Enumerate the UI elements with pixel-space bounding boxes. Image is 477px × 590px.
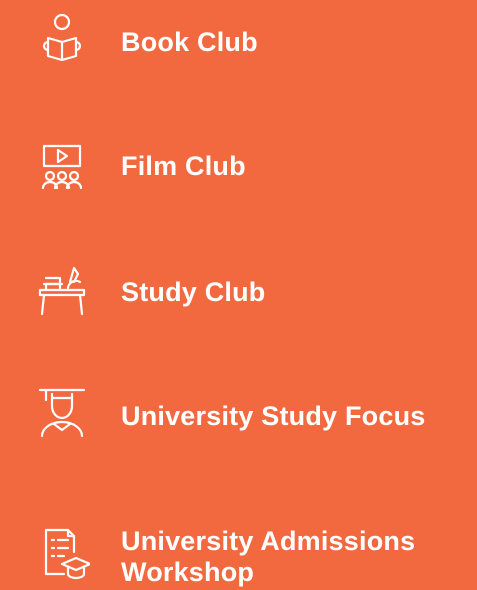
- reading-person-icon: [34, 10, 90, 66]
- graduate-icon: [34, 384, 90, 440]
- club-list: Book Club Film Club Study Club Universit…: [0, 0, 477, 590]
- study-desk-icon: [34, 260, 90, 316]
- document-graduation-cap-icon: [34, 524, 90, 580]
- list-item-film-club[interactable]: Film Club: [0, 120, 477, 210]
- list-item-study-club[interactable]: Study Club: [0, 240, 477, 330]
- list-item-label: University Study Focus: [121, 401, 426, 431]
- list-item-label: Study Club: [121, 277, 266, 307]
- list-item-label: University Admissions Workshop: [121, 526, 416, 587]
- list-item-label: Film Club: [121, 151, 246, 181]
- list-item-book-club[interactable]: Book Club: [0, 0, 477, 90]
- list-item-university-study-focus[interactable]: University Study Focus: [0, 360, 477, 460]
- list-item-label: Book Club: [121, 27, 258, 57]
- screen-audience-icon: [34, 138, 90, 194]
- list-item-university-admissions-workshop[interactable]: University Admissions Workshop: [0, 500, 477, 590]
